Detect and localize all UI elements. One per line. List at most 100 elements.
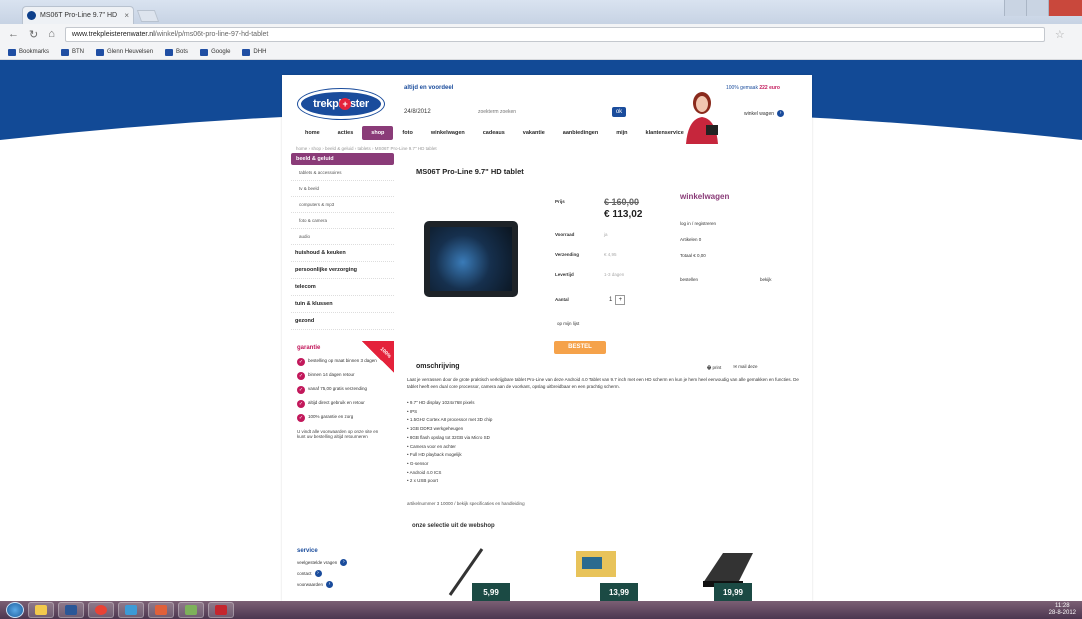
- minimize-button[interactable]: [1004, 0, 1026, 16]
- nav-item-home[interactable]: home: [296, 126, 329, 140]
- stock-value: ja: [604, 232, 608, 237]
- maximize-button[interactable]: [1026, 0, 1048, 16]
- new-price: € 113,02: [604, 209, 643, 220]
- search-input[interactable]: [478, 107, 608, 117]
- taskbar-app-button[interactable]: [118, 602, 144, 618]
- bookmark-item[interactable]: Bookmarks: [8, 48, 49, 56]
- cart-link[interactable]: winkel wagen ›: [744, 110, 785, 117]
- arrow-icon: ›: [340, 559, 348, 566]
- login-link[interactable]: log in / registreren: [680, 221, 716, 226]
- service-link[interactable]: veelgestelde vragen ›: [291, 557, 394, 568]
- app-icon: [185, 605, 197, 615]
- tab-close-icon[interactable]: ×: [124, 11, 129, 20]
- start-button[interactable]: [6, 602, 24, 618]
- taskbar-word-button[interactable]: [58, 602, 84, 618]
- wishlist-link[interactable]: op mijn lijst: [557, 321, 579, 326]
- bookmark-item[interactable]: DHH: [242, 48, 266, 56]
- site-logo[interactable]: + trekpleister: [298, 89, 384, 119]
- chrome-icon: [95, 605, 107, 615]
- new-tab-button[interactable]: [136, 10, 160, 22]
- tablet-screen: [430, 227, 512, 291]
- spec-item: • Camera voor en achter: [407, 443, 456, 449]
- sidebar-category[interactable]: huishoud & keuken: [291, 245, 394, 262]
- price-tag: 19,99: [714, 583, 752, 601]
- bookmark-item[interactable]: BTN: [61, 48, 84, 56]
- taskbar-app-button[interactable]: [178, 602, 204, 618]
- price-label: Prijs: [555, 199, 565, 204]
- sidebar-subitem[interactable]: audio: [291, 229, 394, 245]
- selection-title: onze selectie uit de webshop: [412, 523, 495, 529]
- breadcrumb[interactable]: home › shop › beeld & geluid › tablets ›…: [296, 146, 437, 151]
- browser-tab[interactable]: MS06T Pro-Line 9.7" HD ×: [22, 6, 134, 24]
- bookmark-star-icon[interactable]: ☆: [1055, 28, 1065, 41]
- bookmark-item[interactable]: Google: [200, 48, 230, 56]
- order-label: bestellen: [680, 277, 699, 282]
- sidebar-subitem[interactable]: tablets & accessoires: [291, 165, 394, 181]
- nav-item-shop[interactable]: shop: [362, 126, 394, 140]
- nav-item-winkelwagen[interactable]: winkelwagen: [422, 126, 474, 140]
- nav-item-vakantie[interactable]: vakantie: [514, 126, 554, 140]
- service-link[interactable]: contact ›: [291, 568, 394, 579]
- logo-cross-icon: +: [339, 98, 351, 110]
- nav-item-acties[interactable]: acties: [329, 126, 363, 140]
- sidebar-heading[interactable]: beeld & geluid: [291, 153, 394, 165]
- service-link[interactable]: voorwaarden ›: [291, 579, 394, 590]
- bookmark-icon: [165, 48, 174, 56]
- taskbar-chrome-button[interactable]: [88, 602, 114, 618]
- category-sidebar: beeld & geluid tablets & accessoires tv …: [291, 153, 394, 330]
- selection-item[interactable]: 5,99: [442, 545, 510, 601]
- nav-item-mijn[interactable]: mijn: [607, 126, 636, 140]
- product-image[interactable]: [424, 221, 518, 297]
- home-icon[interactable]: ⌂: [48, 28, 55, 40]
- address-bar[interactable]: www.trekpleisterenwater.nl /winkel/p/ms0…: [64, 26, 1045, 42]
- bookmark-item[interactable]: Bots: [165, 48, 188, 56]
- sidebar-subitem[interactable]: tv & beeld: [291, 181, 394, 197]
- nav-item-aanbiedingen[interactable]: aanbiedingen: [554, 126, 607, 140]
- word-icon: [65, 605, 77, 615]
- nav-item-foto[interactable]: foto: [393, 126, 421, 140]
- print-link[interactable]: 🖶 print: [707, 364, 721, 372]
- bookmark-item[interactable]: Glenn Heuvelsen: [96, 48, 153, 56]
- guarantee-item: ✓ altijd direct gebruik en retour: [297, 400, 365, 408]
- taskbar-explorer-button[interactable]: [28, 602, 54, 618]
- sidebar-category[interactable]: persoonlijke verzorging: [291, 262, 394, 279]
- spec-item: • IPS: [407, 408, 418, 414]
- description-title: omschrijving: [416, 363, 460, 370]
- bookmark-icon: [200, 48, 209, 56]
- close-window-button[interactable]: [1048, 0, 1082, 16]
- sidebar-category[interactable]: gezond: [291, 313, 394, 330]
- back-arrow-icon[interactable]: ←: [8, 28, 19, 40]
- sidebar-subitem[interactable]: foto & camera: [291, 213, 394, 229]
- stock-label: Voorraad: [555, 232, 575, 237]
- guarantee-ribbon: 100%: [362, 341, 394, 373]
- search-button[interactable]: ok: [612, 107, 626, 117]
- quantity-stepper[interactable]: 1 +: [609, 295, 626, 305]
- description-footnote[interactable]: artikelnummer 3 10000 / bekijk specifica…: [407, 501, 525, 506]
- sidebar-subitem[interactable]: computers & mp3: [291, 197, 394, 213]
- taskbar-pdf-button[interactable]: [208, 602, 234, 618]
- system-clock[interactable]: 11:28 28-8-2012: [1049, 603, 1076, 617]
- selection-item[interactable]: 19,99: [698, 545, 758, 601]
- site-container: + trekpleister altijd en voordeel 24/8/2…: [282, 75, 812, 601]
- arrow-icon: ›: [314, 570, 322, 577]
- view-cart-link[interactable]: bekijk: [760, 277, 772, 282]
- sidebar-category[interactable]: tuin & klussen: [291, 296, 394, 313]
- quantity-spin-icon[interactable]: +: [615, 295, 626, 305]
- taskbar-app-button[interactable]: [148, 602, 174, 618]
- levertijd-value: 1-3 dagen: [604, 272, 625, 277]
- nav-item-klantenservice[interactable]: klantenservice: [637, 126, 693, 140]
- selection-item[interactable]: 13,99: [572, 545, 638, 601]
- spec-list: • 9.7" HD display 1024x768 pixels • IPS …: [407, 399, 707, 486]
- bookmarks-bar: Bookmarks BTN Glenn Heuvelsen Bots Googl…: [0, 44, 1082, 60]
- mail-link[interactable]: ✉ mail deze: [733, 364, 757, 372]
- promo-banner[interactable]: 100% gemaak 222 euro: [726, 85, 780, 91]
- app-icon: [125, 605, 137, 615]
- spec-item: • 2 x USB poort: [407, 478, 438, 484]
- bookmark-icon: [242, 48, 251, 56]
- nav-item-cadeaus[interactable]: cadeaus: [474, 126, 514, 140]
- old-price: € 160,00: [604, 197, 640, 207]
- sidebar-category[interactable]: telecom: [291, 279, 394, 296]
- os-taskbar: 11:28 28-8-2012: [0, 601, 1082, 619]
- buy-button[interactable]: BESTEL: [554, 341, 606, 354]
- reload-icon[interactable]: ↻: [29, 28, 38, 41]
